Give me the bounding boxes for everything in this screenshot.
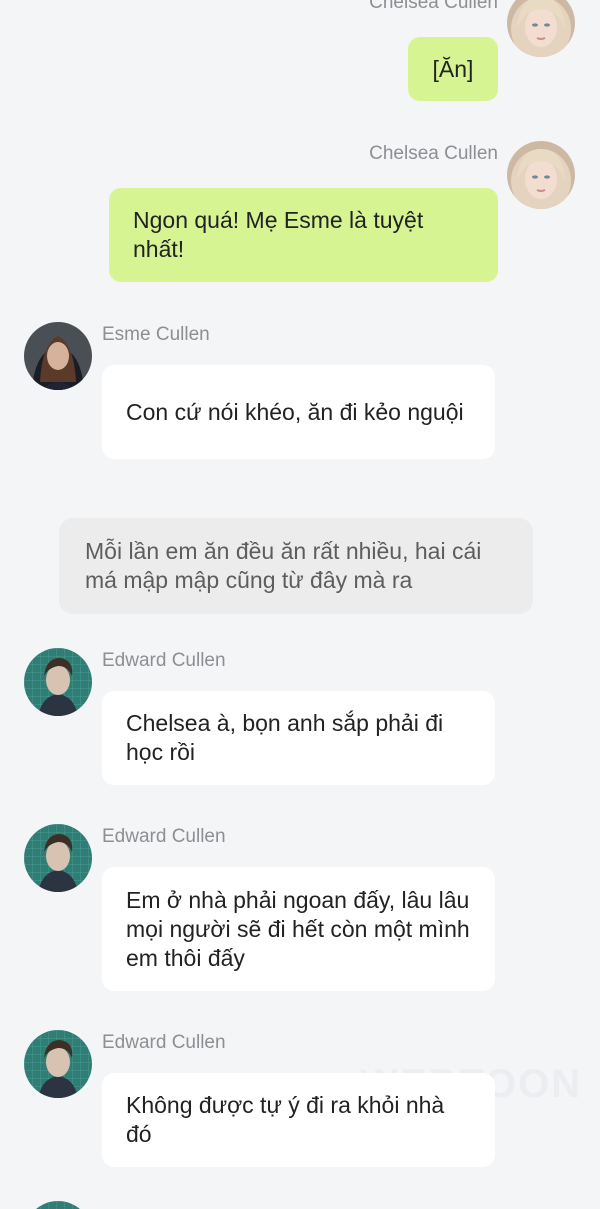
avatar-chelsea-icon[interactable] xyxy=(507,141,575,209)
avatar-peek-icon[interactable] xyxy=(24,1201,92,1209)
sender-name: Chelsea Cullen xyxy=(369,0,498,13)
message-bubble[interactable]: Không được tự ý đi ra khỏi nhà đó xyxy=(102,1073,495,1167)
sender-name: Esme Cullen xyxy=(102,324,210,345)
sender-name: Edward Cullen xyxy=(102,826,226,847)
message-text: Không được tự ý đi ra khỏi nhà đó xyxy=(126,1092,445,1147)
avatar-edward-icon[interactable] xyxy=(24,648,92,716)
avatar-chelsea-icon[interactable] xyxy=(507,0,575,57)
sender-name: Edward Cullen xyxy=(102,650,226,671)
sender-name: Edward Cullen xyxy=(102,1032,226,1053)
message-text: Ngon quá! Mẹ Esme là tuyệt nhất! xyxy=(133,207,424,262)
narration-box: Mỗi lần em ăn đều ăn rất nhiều, hai cái … xyxy=(59,518,533,614)
message-text: Em ở nhà phải ngoan đấy, lâu lâu mọi ngư… xyxy=(126,886,470,971)
avatar-edward-icon[interactable] xyxy=(24,824,92,892)
message-text: Chelsea à, bọn anh sắp phải đi học rồi xyxy=(126,710,444,765)
message-bubble[interactable]: Chelsea à, bọn anh sắp phải đi học rồi xyxy=(102,691,495,785)
message-bubble[interactable]: Ngon quá! Mẹ Esme là tuyệt nhất! xyxy=(109,188,498,282)
sender-name: Chelsea Cullen xyxy=(369,143,498,164)
message-bubble[interactable]: Con cứ nói khéo, ăn đi kẻo nguội xyxy=(102,365,495,459)
message-bubble[interactable]: Em ở nhà phải ngoan đấy, lâu lâu mọi ngư… xyxy=(102,867,495,991)
message-text: Con cứ nói khéo, ăn đi kẻo nguội xyxy=(126,398,464,425)
narration-text: Mỗi lần em ăn đều ăn rất nhiều, hai cái … xyxy=(85,538,482,593)
avatar-esme-icon[interactable] xyxy=(24,322,92,390)
avatar-edward-icon[interactable] xyxy=(24,1030,92,1098)
chat-view: Chelsea Cullen [Ăn] Chelsea Cullen Ngon … xyxy=(0,0,600,1209)
message-text: [Ăn] xyxy=(432,55,474,82)
message-bubble[interactable]: [Ăn] xyxy=(408,37,498,101)
